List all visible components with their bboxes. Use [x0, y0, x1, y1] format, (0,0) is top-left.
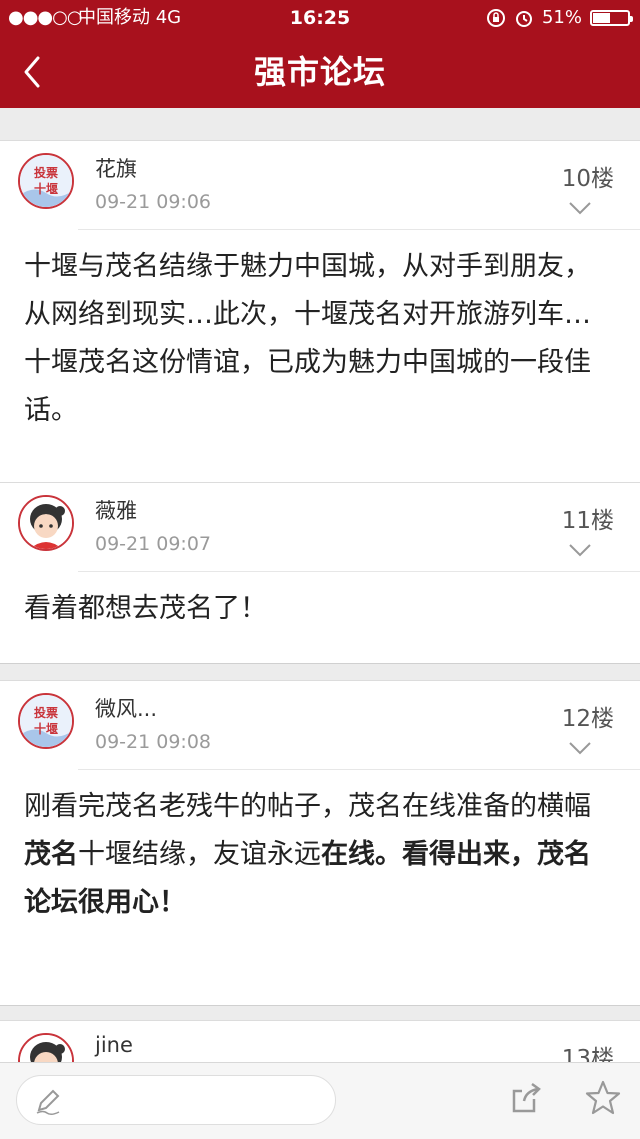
reply-item: 薇雅 09-21 09:07 11楼 看着都想去茂名了！ — [0, 482, 640, 663]
post-time: 09-21 09:07 — [95, 533, 212, 555]
reply-body: 刚看完茂名老残牛的帖子，茂名在线准备的横幅茂名十堰结缘，友谊永远在线。看得出来，… — [24, 783, 612, 927]
floor-number: 10楼 — [561, 166, 614, 192]
page-title: 强市论坛 — [253, 53, 386, 91]
post-time: 09-21 09:06 — [95, 191, 212, 213]
post-time: 09-21 09:08 — [95, 731, 212, 753]
avatar[interactable]: 投票 十堰 — [18, 693, 74, 749]
status-right: 51% — [486, 0, 633, 36]
username[interactable]: jine — [95, 1033, 133, 1057]
edit-icon — [36, 1089, 60, 1116]
app-header: ●●●○○ 中国移动 4G 16:25 51% 强市论坛 — [0, 0, 640, 108]
avatar-text: 投票 — [34, 165, 58, 180]
reply-item: 投票 十堰 微风... 09-21 09:08 12楼 刚看完茂名老残牛的帖子，… — [0, 680, 640, 1005]
username[interactable]: 薇雅 — [95, 495, 137, 525]
reply-text: 刚看完茂名老残牛的帖子，茂名在线准备的横幅 — [24, 791, 591, 822]
avatar-text: 十堰 — [34, 181, 58, 196]
nav-bar: 强市论坛 — [0, 36, 640, 108]
floor-number: 12楼 — [561, 706, 614, 732]
chevron-down-icon[interactable] — [568, 741, 592, 755]
reply-input[interactable] — [16, 1075, 336, 1125]
share-icon[interactable] — [508, 1079, 546, 1117]
reply-body: 十堰与茂名结缘于魅力中国城，从对手到朋友，从网络到现实…此次，十堰茂名对开旅游列… — [24, 251, 591, 426]
floor-number: 11楼 — [561, 508, 614, 534]
vote-badge-icon: 投票 十堰 — [20, 155, 72, 207]
username[interactable]: 花旗 — [95, 153, 137, 183]
divider — [78, 229, 640, 230]
username[interactable]: 微风... — [95, 693, 157, 723]
avatar[interactable]: 投票 十堰 — [18, 153, 74, 209]
divider — [78, 571, 640, 572]
battery-icon — [590, 10, 633, 26]
battery-percent: 51% — [541, 7, 582, 28]
avatar-text: 投票 — [34, 705, 58, 720]
rotation-lock-icon — [486, 9, 505, 27]
avatar[interactable] — [18, 495, 74, 551]
bottom-toolbar — [0, 1062, 640, 1139]
star-icon[interactable] — [584, 1079, 622, 1117]
chevron-down-icon[interactable] — [568, 201, 592, 215]
reply-text-bold: 茂名 — [24, 839, 78, 870]
cartoon-girl-icon — [20, 497, 72, 549]
alarm-icon — [515, 11, 532, 27]
vote-badge-icon: 投票 十堰 — [20, 695, 72, 747]
chevron-down-icon[interactable] — [568, 543, 592, 557]
avatar-text: 十堰 — [34, 721, 58, 736]
divider — [78, 769, 640, 770]
reply-text: 十堰结缘，友谊永远 — [78, 839, 321, 870]
reply-body: 看着都想去茂名了！ — [24, 593, 267, 624]
status-bar: ●●●○○ 中国移动 4G 16:25 51% — [0, 0, 640, 36]
